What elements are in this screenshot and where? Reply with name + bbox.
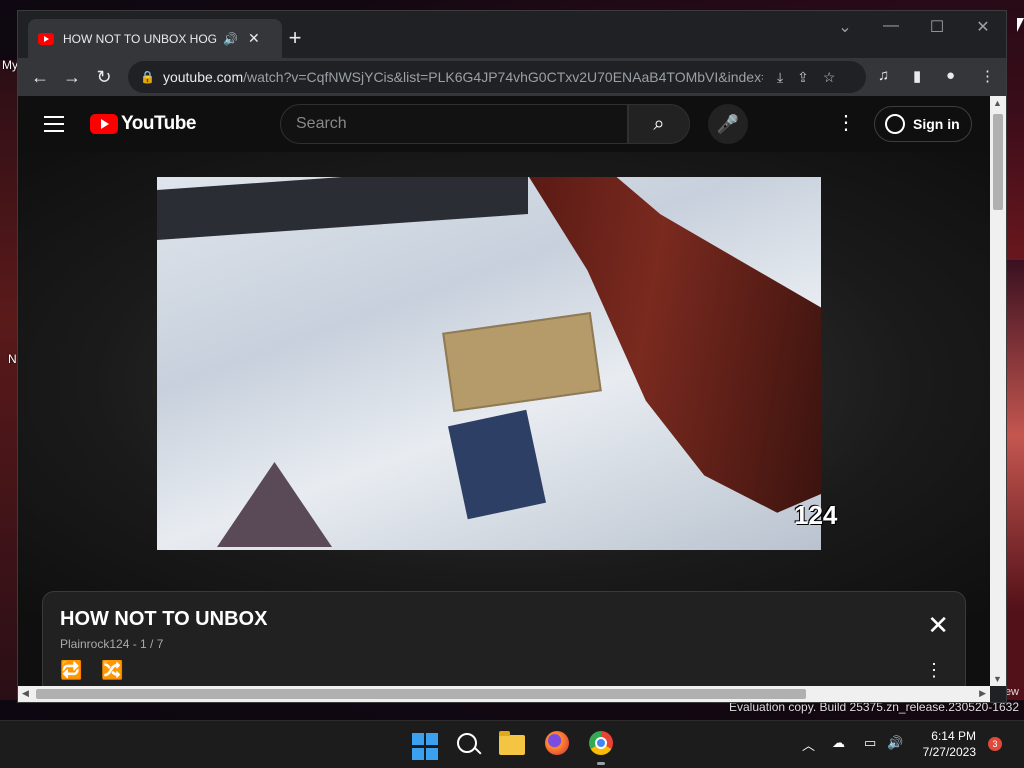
network-icon[interactable]: ☁ (832, 735, 845, 751)
vertical-scrollbar[interactable]: ▲ ▼ (990, 96, 1006, 686)
playlist-panel: HOW NOT TO UNBOX Plainrock124 - 1 / 7 ✕ … (42, 591, 966, 686)
horizontal-scroll-thumb[interactable] (36, 689, 806, 699)
playlist-subtitle[interactable]: Plainrock124 - 1 / 7 (60, 637, 163, 651)
profile-icon[interactable]: ● (946, 67, 955, 84)
chrome-menu-icon[interactable]: ⋮ (980, 67, 995, 85)
tab-close-icon[interactable]: ✕ (248, 30, 260, 47)
notification-badge[interactable]: 3 (988, 737, 1002, 751)
folder-icon (499, 731, 525, 755)
search-input[interactable]: Search (280, 104, 628, 144)
tab-audio-icon[interactable]: 🔊 (223, 32, 238, 46)
microphone-icon: 🎤 (716, 114, 740, 134)
clock-date: 7/27/2023 (922, 745, 976, 759)
loop-playlist-icon[interactable]: 🔁 (60, 660, 82, 681)
youtube-favicon-icon (38, 32, 54, 45)
maximize-button[interactable]: ☐ (922, 17, 952, 37)
mouse-cursor-icon (1017, 18, 1024, 32)
desktop-icon-label[interactable]: N (8, 352, 17, 366)
url-text[interactable]: youtube.com/watch?v=CqfNWSjYCis&list=PLK… (163, 69, 763, 85)
start-button-windows-icon[interactable] (412, 733, 440, 761)
browser-toolbar: ← → ↻ 🔒 youtube.com/watch?v=CqfNWSjYCis&… (18, 58, 1006, 96)
share-icon[interactable]: ⇪ (797, 69, 809, 86)
tab-strip: HOW NOT TO UNBOX HOGV 🔊 ✕ + ⌄ — ☐ ✕ (18, 11, 1006, 58)
page-viewport: YouTube Search ⌕ 🎤 ⋮ Sign in 124 HOW NOT… (18, 96, 992, 686)
search-icon: ⌕ (653, 113, 665, 135)
youtube-logo[interactable]: YouTube (90, 113, 196, 135)
sign-in-button[interactable]: Sign in (874, 106, 972, 142)
taskbar: ︿ ☁ ▭ 🔊 6:14 PM 7/27/2023 3 (0, 720, 1024, 768)
video-watermark: 124 (794, 500, 838, 530)
video-stage: 124 (18, 152, 992, 612)
video-frame-box (157, 177, 528, 240)
vertical-scroll-thumb[interactable] (993, 114, 1003, 210)
video-frame-card (447, 409, 547, 520)
bookmark-star-icon[interactable]: ☆ (823, 69, 836, 86)
firefox-icon (545, 731, 569, 755)
browser-window: HOW NOT TO UNBOX HOGV 🔊 ✕ + ⌄ — ☐ ✕ ← → … (17, 10, 1007, 703)
shuffle-playlist-icon[interactable]: 🔀 (101, 660, 123, 681)
scroll-left-icon[interactable]: ◀ (22, 688, 29, 699)
playlist-title[interactable]: HOW NOT TO UNBOX (60, 608, 267, 631)
desktop-icon-label[interactable]: My (2, 58, 18, 72)
horizontal-scrollbar[interactable]: ◀ ▶ (18, 686, 990, 702)
playlist-close-icon[interactable]: ✕ (927, 612, 949, 638)
tray-overflow-chevron-icon[interactable]: ︿ (802, 735, 815, 754)
search-icon (457, 733, 477, 753)
side-panel-icon[interactable]: ▮ (913, 67, 921, 85)
video-player[interactable] (157, 177, 821, 550)
youtube-wordmark: YouTube (121, 113, 196, 134)
forward-button[interactable]: → (56, 67, 88, 88)
desktop-icon-label[interactable]: ew (1005, 686, 1019, 698)
minimize-button[interactable]: — (876, 17, 906, 35)
taskbar-clock[interactable]: 6:14 PM 7/27/2023 (914, 728, 976, 760)
youtube-header: YouTube Search ⌕ 🎤 ⋮ Sign in (18, 96, 992, 152)
lock-icon[interactable]: 🔒 (140, 70, 155, 84)
tab-search-chevron-icon[interactable]: ⌄ (830, 17, 860, 37)
clock-time: 6:14 PM (931, 729, 976, 743)
sign-in-label: Sign in (913, 116, 960, 132)
video-frame-pyramid (217, 462, 332, 547)
settings-more-icon[interactable]: ⋮ (836, 110, 856, 135)
active-app-indicator (597, 762, 605, 765)
hamburger-menu-icon[interactable] (44, 116, 64, 137)
desktop-wallpaper-right (1004, 260, 1024, 700)
back-button[interactable]: ← (24, 67, 56, 88)
video-frame-package (442, 311, 602, 413)
browser-tab[interactable]: HOW NOT TO UNBOX HOGV 🔊 ✕ (28, 19, 282, 58)
account-icon (885, 114, 905, 134)
chrome-icon (589, 731, 613, 755)
youtube-play-icon (90, 114, 118, 134)
chrome-button[interactable] (589, 731, 617, 759)
reload-button[interactable]: ↻ (88, 67, 120, 88)
tab-title: HOW NOT TO UNBOX HOGV (63, 31, 217, 46)
new-tab-button[interactable]: + (280, 25, 310, 51)
address-bar[interactable]: 🔒 youtube.com/watch?v=CqfNWSjYCis&list=P… (128, 61, 866, 93)
playlist-more-icon[interactable]: ⋮ (925, 660, 943, 681)
scroll-down-icon[interactable]: ▼ (993, 674, 1002, 684)
voice-search-button[interactable]: 🎤 (708, 104, 748, 144)
scroll-up-icon[interactable]: ▲ (993, 98, 1002, 108)
firefox-button[interactable] (545, 731, 573, 759)
file-explorer-button[interactable] (499, 731, 527, 759)
display-icon[interactable]: ▭ (864, 735, 876, 751)
media-control-icon[interactable]: ♫ (878, 67, 889, 84)
search-button[interactable]: ⌕ (628, 104, 690, 144)
install-icon[interactable]: ⤓ (777, 69, 783, 86)
close-window-button[interactable]: ✕ (968, 17, 998, 37)
taskbar-search-button[interactable] (455, 731, 483, 759)
volume-icon[interactable]: 🔊 (887, 735, 903, 751)
scroll-right-icon[interactable]: ▶ (979, 688, 986, 699)
